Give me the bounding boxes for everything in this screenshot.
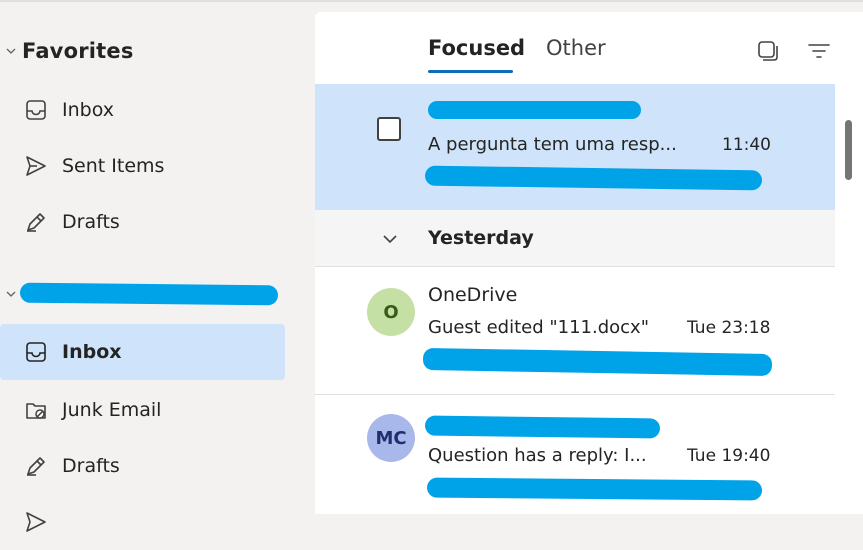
junk-icon (26, 403, 46, 419)
folder-pane: Favorites Inbox Sent Items Drafts Inbox … (0, 0, 300, 532)
favorites-header[interactable]: Favorites (0, 36, 134, 66)
tab-other[interactable]: Other (546, 36, 606, 60)
nav-item-favorites-sent[interactable]: Sent Items (0, 138, 285, 194)
inbox-icon (26, 342, 46, 362)
message-list-scrollbar[interactable] (840, 92, 856, 514)
nav-item-account-inbox[interactable]: Inbox (0, 324, 285, 380)
chevron-down-icon (0, 289, 22, 299)
message-checkbox[interactable] (377, 117, 401, 141)
drafts-icon (27, 213, 45, 232)
nav-item-label: Drafts (62, 211, 120, 233)
active-tab-indicator (428, 70, 513, 73)
favorites-title: Favorites (22, 39, 134, 63)
message-subject: A pergunta tem uma resp... (428, 134, 677, 155)
avatar: O (367, 288, 415, 336)
nav-item-account-sent[interactable] (0, 494, 285, 550)
message-item[interactable]: A pergunta tem uma resp... 11:40 (315, 84, 835, 210)
preview-redaction (426, 477, 763, 501)
nav-item-label: Inbox (62, 341, 122, 363)
select-mode-icon[interactable] (755, 38, 781, 64)
group-label: Yesterday (428, 227, 534, 249)
inbox-icon (26, 100, 46, 120)
message-sender: OneDrive (428, 284, 518, 306)
preview-redaction (422, 347, 773, 377)
sender-redaction (428, 101, 641, 119)
nav-item-label: Drafts (62, 455, 120, 477)
scrollbar-thumb[interactable] (845, 120, 852, 180)
nav-item-favorites-drafts[interactable]: Drafts (0, 194, 285, 250)
sender-redaction (424, 415, 661, 439)
drafts-icon (27, 457, 45, 476)
message-subject: Guest edited "111.docx" (428, 317, 649, 338)
account-name-redaction (19, 282, 279, 306)
message-time: Tue 19:40 (687, 446, 771, 466)
tab-focused[interactable]: Focused (428, 36, 525, 60)
avatar: MC (367, 414, 415, 462)
preview-redaction (424, 165, 763, 191)
nav-item-label: Inbox (62, 99, 114, 121)
message-time: 11:40 (722, 135, 771, 155)
group-header-yesterday[interactable]: Yesterday (315, 210, 835, 266)
chevron-down-icon (383, 235, 397, 244)
chevron-down-icon (0, 46, 22, 56)
nav-item-label: Junk Email (62, 399, 162, 421)
nav-item-account-junk[interactable]: Junk Email (0, 382, 285, 438)
account-header[interactable] (0, 279, 22, 309)
inbox-tabs: Focused Other (315, 12, 863, 84)
send-icon (26, 156, 46, 176)
filter-icon[interactable] (806, 38, 832, 64)
message-list-pane: Focused Other A pergunta tem uma resp...… (315, 12, 863, 514)
nav-item-favorites-inbox[interactable]: Inbox (0, 82, 285, 138)
message-subject: Question has a reply: I... (428, 445, 647, 466)
message-item[interactable]: MC Question has a reply: I... Tue 19:40 (315, 395, 835, 514)
message-item[interactable]: O OneDrive Guest edited "111.docx" Tue 2… (315, 267, 835, 393)
nav-item-account-drafts[interactable]: Drafts (0, 438, 285, 494)
message-time: Tue 23:18 (687, 318, 771, 338)
nav-item-label: Sent Items (62, 155, 165, 177)
